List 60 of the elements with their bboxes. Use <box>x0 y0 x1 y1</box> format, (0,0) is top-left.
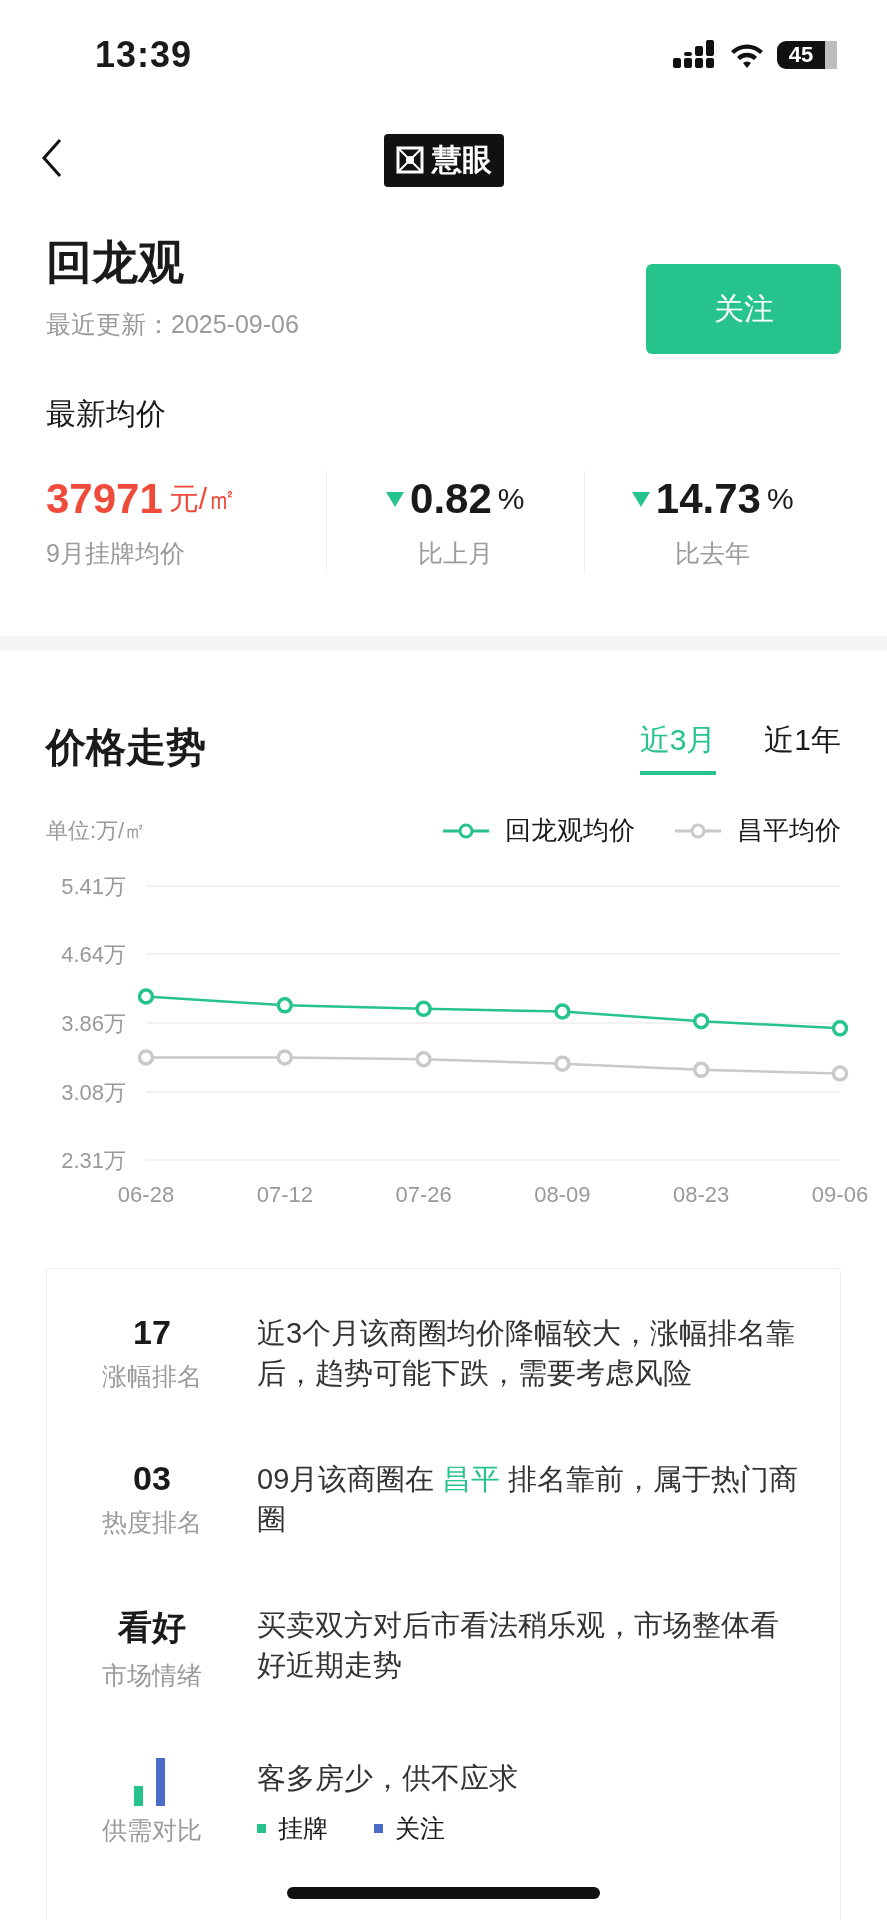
y-axis-label: 2.31万 <box>61 1148 126 1173</box>
y-axis-label: 4.64万 <box>61 942 126 968</box>
back-icon[interactable] <box>40 138 64 178</box>
data-point <box>137 988 155 1005</box>
app-logo: 慧眼 <box>383 133 504 187</box>
signal-icon <box>673 40 717 70</box>
status-time: 13:39 <box>95 34 193 76</box>
y-axis-label: 3.08万 <box>61 1079 126 1105</box>
change-value: 14.73 <box>655 475 761 523</box>
x-axis-label: 07-26 <box>395 1182 452 1207</box>
data-point <box>692 1061 710 1079</box>
x-axis-label: 09-06 <box>811 1182 869 1207</box>
legend-label: 挂牌 <box>278 1813 328 1844</box>
metric-label: 涨幅排名 <box>102 1361 202 1392</box>
period-tab[interactable]: 近1年 <box>764 720 841 775</box>
metric-label: 市场情绪 <box>102 1660 202 1691</box>
insight-text: 客多房少，供不应求 <box>257 1761 519 1796</box>
section-heading: 价格走势 <box>46 724 206 771</box>
data-point <box>831 1065 849 1082</box>
y-axis-label: 3.86万 <box>61 1011 126 1036</box>
unit-label: 单位:万/㎡ <box>46 816 147 845</box>
y-axis-label: 5.41万 <box>61 874 126 899</box>
data-point <box>276 997 294 1014</box>
change-value: 0.82 <box>410 475 492 523</box>
legend-label: 关注 <box>395 1813 445 1844</box>
metric-label: 供需对比 <box>102 1815 202 1846</box>
rank-value: 03 <box>133 1459 171 1498</box>
stat-label: 9月挂牌均价 <box>46 538 185 569</box>
update-date: 最近更新：2025-09-06 <box>46 309 299 340</box>
data-point <box>137 1049 155 1066</box>
legend-label: 昌平均价 <box>737 814 841 847</box>
data-point <box>415 1000 432 1018</box>
battery-icon: 45 <box>777 41 837 69</box>
price-value: 37971 <box>46 475 163 523</box>
area-title: 回龙观 <box>46 235 185 290</box>
data-point <box>554 1055 571 1072</box>
unit-label: % <box>766 482 794 516</box>
data-point <box>276 1049 294 1066</box>
follow-button[interactable]: 关注 <box>646 264 841 354</box>
section-heading: 最新均价 <box>46 396 167 432</box>
rank-value: 17 <box>133 1313 171 1352</box>
unit-label: % <box>497 482 525 516</box>
x-axis-label: 08-09 <box>534 1182 591 1207</box>
stat-label: 比去年 <box>675 538 751 569</box>
insight-text: 买卖双方对后市看法稍乐观，市场整体看好近期走势 <box>257 1608 780 1683</box>
unit-label: 元/㎡ <box>168 480 238 517</box>
x-axis-label: 07-12 <box>256 1182 313 1207</box>
insight-text: 09月该商圈在 昌平 排名靠前，属于热门商圈 <box>257 1462 800 1537</box>
insight-text: 近3个月该商圈均价降幅较大，涨幅排名靠后，趋势可能下跌，需要考虑风险 <box>257 1316 797 1391</box>
rank-value: 看好 <box>118 1607 186 1648</box>
x-axis-label: 06-28 <box>117 1182 175 1207</box>
legend-label: 回龙观均价 <box>505 814 635 847</box>
data-point <box>415 1051 432 1068</box>
data-point <box>831 1020 849 1037</box>
metric-label: 热度排名 <box>102 1507 202 1538</box>
period-tab[interactable]: 近3月 <box>639 720 717 775</box>
x-axis-label: 08-23 <box>673 1182 730 1207</box>
data-point <box>692 1013 710 1030</box>
data-point <box>554 1003 571 1020</box>
stat-label: 比上月 <box>417 538 493 569</box>
